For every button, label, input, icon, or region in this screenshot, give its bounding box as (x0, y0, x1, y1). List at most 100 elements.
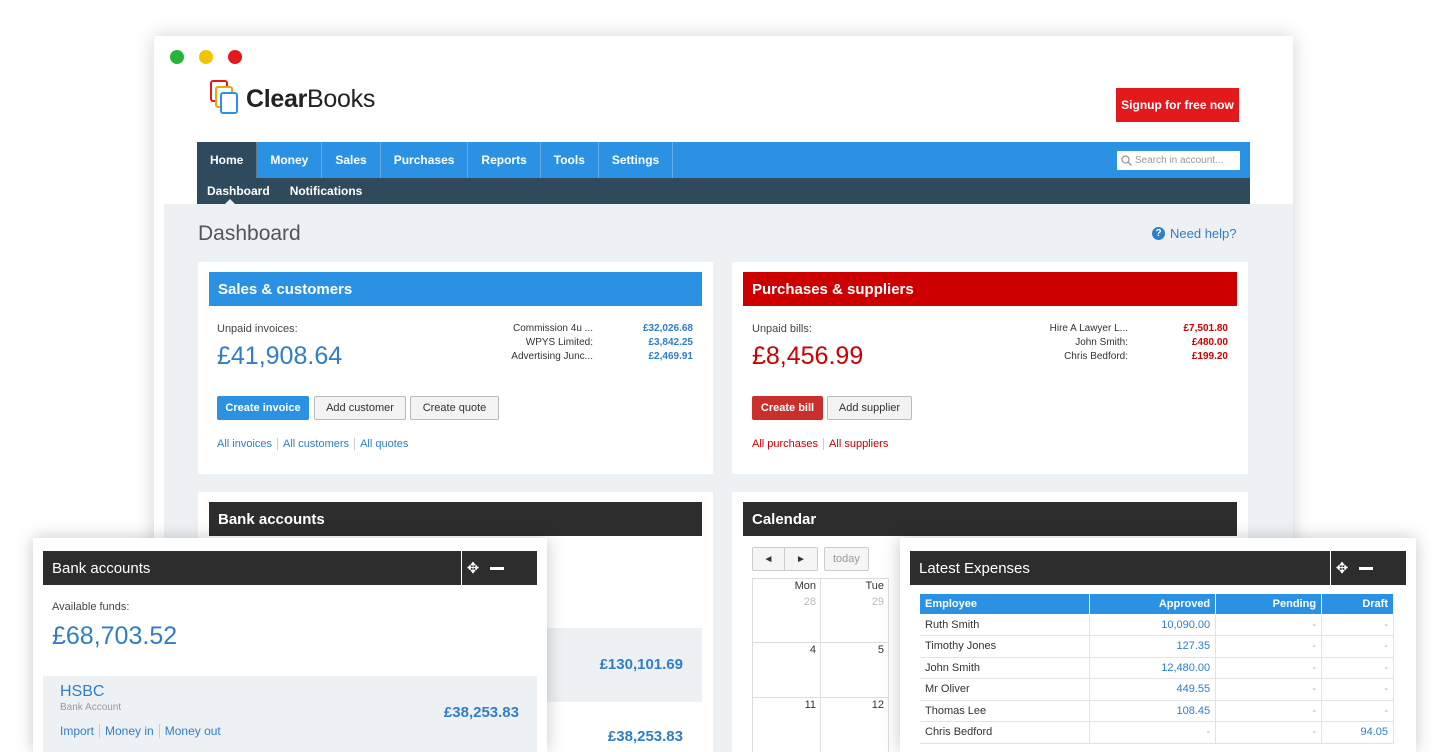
approved-cell[interactable]: 449.55 (1089, 678, 1217, 701)
purchases-card-title: Purchases & suppliers (743, 272, 1237, 306)
pending-cell: - (1215, 700, 1323, 722)
add-customer-button[interactable]: Add customer (314, 396, 406, 420)
expenses-widget-controls: ✥ (1330, 551, 1379, 585)
expenses-table: Employee Approved Pending Draft Ruth Smi… (920, 594, 1394, 744)
calendar-next-button[interactable]: ► (785, 548, 817, 570)
col-draft[interactable]: Draft (1321, 594, 1394, 614)
calendar-day[interactable]: 29 (820, 594, 889, 643)
bank-account-links: Import Money in Money out (60, 724, 226, 738)
need-help-link[interactable]: ? Need help? (1152, 226, 1237, 241)
employee-cell: Chris Bedford (920, 721, 1091, 744)
draft-cell: - (1321, 614, 1394, 636)
purchases-row-value[interactable]: £7,501.80 (1184, 322, 1229, 336)
subnav-notifications[interactable]: Notifications (280, 178, 373, 204)
nav-reports[interactable]: Reports (468, 142, 541, 178)
table-row[interactable]: John Smith 12,480.00 - - (920, 657, 1394, 679)
sales-row-value[interactable]: £32,026.68 (643, 322, 693, 336)
col-employee[interactable]: Employee (920, 594, 1091, 614)
calendar-day-header: Tue (820, 578, 889, 595)
search-input[interactable]: Search in account... (1117, 151, 1240, 170)
add-supplier-button[interactable]: Add supplier (827, 396, 912, 420)
sales-row-value[interactable]: £2,469.91 (649, 350, 694, 364)
table-row[interactable]: Chris Bedford - - 94.05 (920, 721, 1394, 744)
nav-tools[interactable]: Tools (541, 142, 599, 178)
money-in-link[interactable]: Money in (99, 724, 159, 738)
table-row[interactable]: Mr Oliver 449.55 - - (920, 678, 1394, 701)
logo-text: ClearBooks (246, 84, 376, 113)
search-icon (1121, 155, 1132, 166)
create-bill-button[interactable]: Create bill (752, 396, 823, 420)
need-help-label: Need help? (1170, 226, 1237, 241)
employee-cell: Mr Oliver (920, 678, 1091, 701)
money-out-link[interactable]: Money out (158, 724, 226, 738)
table-row[interactable]: Ruth Smith 10,090.00 - - (920, 614, 1394, 636)
draft-cell: - (1321, 678, 1394, 701)
move-icon[interactable]: ✥ (462, 559, 484, 577)
approved-cell[interactable]: 127.35 (1089, 635, 1217, 658)
bank-widget-header: Bank accounts ✥ (43, 551, 537, 585)
draft-cell[interactable]: 94.05 (1321, 721, 1394, 744)
bank-account-name[interactable]: HSBC (60, 683, 104, 701)
window-minimize-button[interactable] (199, 50, 213, 64)
calendar-day[interactable]: 11 (752, 697, 821, 752)
approved-cell[interactable]: 10,090.00 (1089, 614, 1217, 636)
all-customers-link[interactable]: All customers (277, 438, 354, 450)
purchases-row-value[interactable]: £199.20 (1192, 350, 1228, 364)
calendar-day[interactable]: 4 (752, 642, 821, 698)
calendar-day[interactable]: 28 (752, 594, 821, 643)
calendar-prev-button[interactable]: ◄ (753, 548, 785, 570)
draft-cell: - (1321, 635, 1394, 658)
col-approved[interactable]: Approved (1089, 594, 1217, 614)
employee-cell: Timothy Jones (920, 635, 1091, 658)
available-funds-total: £68,703.52 (52, 622, 178, 650)
bank-account-row[interactable]: HSBC Bank Account £38,253.83 Import Mone… (43, 676, 537, 752)
unpaid-bills-label: Unpaid bills: (752, 323, 812, 335)
calendar-day[interactable]: 12 (820, 697, 889, 752)
minimize-icon[interactable] (1359, 566, 1373, 570)
employee-cell: John Smith (920, 657, 1091, 679)
window-controls (170, 50, 242, 64)
approved-cell[interactable]: 108.45 (1089, 700, 1217, 722)
subnav-dashboard[interactable]: Dashboard (197, 178, 280, 204)
nav-home[interactable]: Home (197, 142, 258, 178)
bank-accounts-widget: Bank accounts ✥ Available funds: £68,703… (33, 538, 547, 752)
signup-button[interactable]: Signup for free now (1116, 88, 1239, 122)
purchases-row-value[interactable]: £480.00 (1192, 336, 1228, 350)
minimize-icon[interactable] (490, 566, 504, 570)
pending-cell: - (1215, 635, 1323, 658)
all-purchases-link[interactable]: All purchases (752, 438, 823, 450)
pending-cell: - (1215, 657, 1323, 679)
create-quote-button[interactable]: Create quote (410, 396, 499, 420)
draft-cell: - (1321, 700, 1394, 722)
window-maximize-button[interactable] (170, 50, 184, 64)
bank-card-total: £130,101.69 (599, 656, 683, 673)
create-invoice-button[interactable]: Create invoice (217, 396, 309, 420)
expenses-widget-title: Latest Expenses (919, 559, 1030, 577)
unpaid-invoices-total: £41,908.64 (217, 342, 343, 370)
latest-expenses-widget: Latest Expenses ✥ Employee Approved Pend… (900, 538, 1416, 752)
all-suppliers-link[interactable]: All suppliers (823, 438, 893, 450)
calendar-day[interactable]: 5 (820, 642, 889, 698)
bank-account-balance: £38,253.83 (443, 704, 519, 721)
table-row[interactable]: Timothy Jones 127.35 - - (920, 635, 1394, 658)
sales-row-value[interactable]: £3,842.25 (649, 336, 694, 350)
move-icon[interactable]: ✥ (1331, 559, 1353, 577)
logo-icon (210, 80, 242, 118)
clearbooks-logo[interactable]: ClearBooks (210, 80, 375, 118)
nav-purchases[interactable]: Purchases (381, 142, 469, 178)
all-quotes-link[interactable]: All quotes (354, 438, 413, 450)
nav-money[interactable]: Money (257, 142, 323, 178)
col-pending[interactable]: Pending (1215, 594, 1323, 614)
approved-cell[interactable]: 12,480.00 (1089, 657, 1217, 679)
sales-row-name: Advertising Junc... (511, 351, 593, 362)
import-link[interactable]: Import (60, 724, 99, 738)
nav-sales[interactable]: Sales (322, 142, 381, 178)
calendar-today-button[interactable]: today (824, 547, 869, 571)
nav-settings[interactable]: Settings (599, 142, 674, 178)
window-close-button[interactable] (228, 50, 242, 64)
bank-widget-title: Bank accounts (52, 559, 151, 577)
all-invoices-link[interactable]: All invoices (217, 438, 277, 450)
calendar-grid: Mon Tue 28 29 4 5 11 12 (752, 578, 889, 752)
bank-widget-controls: ✥ (461, 551, 510, 585)
table-row[interactable]: Thomas Lee 108.45 - - (920, 700, 1394, 722)
